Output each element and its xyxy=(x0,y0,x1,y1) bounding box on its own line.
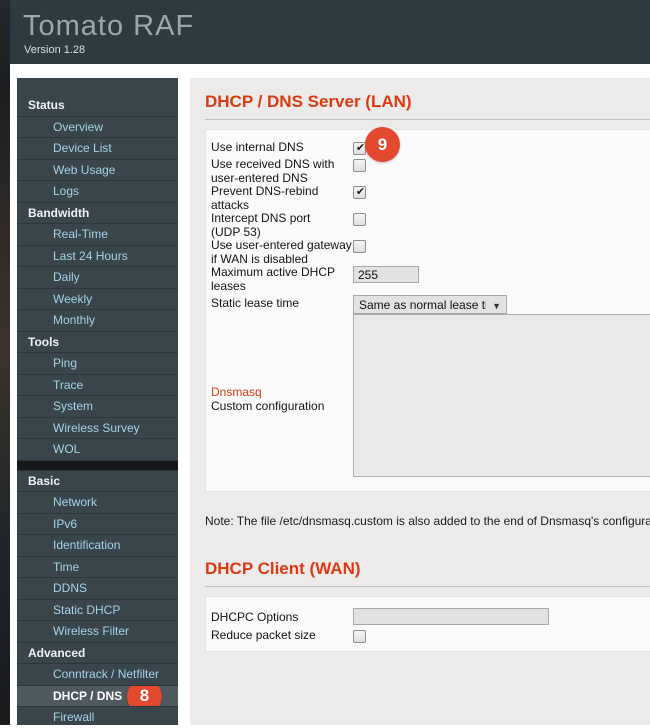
prevent-dns-rebind-checkbox[interactable] xyxy=(353,186,367,199)
sidebar-item-ddns[interactable]: DDNS xyxy=(17,577,178,599)
sidebar-section-status[interactable]: Status xyxy=(17,95,178,116)
form-row: Maximum active DHCP leases xyxy=(211,265,650,293)
reduce-packet-size-checkbox[interactable] xyxy=(353,630,366,643)
sidebar-section-bandwidth[interactable]: Bandwidth xyxy=(17,201,178,224)
form-row: Use received DNS with user-entered DNS xyxy=(211,157,650,185)
sidebar-divider xyxy=(17,459,178,470)
sidebar-item-wol[interactable]: WOL xyxy=(17,438,178,460)
sidebar-item-last-24-hours[interactable]: Last 24 Hours xyxy=(17,244,178,267)
app-title: Tomato RAF xyxy=(23,10,195,42)
form-row: Intercept DNS port (UDP 53) xyxy=(211,211,650,239)
field-label: Reduce packet size xyxy=(211,628,316,642)
sidebar-section-advanced[interactable]: Advanced xyxy=(17,641,178,664)
sidebar-item-system[interactable]: System xyxy=(17,395,178,417)
form-row: DHCPC Options xyxy=(211,608,650,625)
page-title-lan: DHCP / DNS Server (LAN) xyxy=(205,92,412,111)
note-text: Note: The file /etc/dnsmasq.custom is al… xyxy=(205,514,650,528)
form-row: Static lease time Same as normal lease t… xyxy=(211,293,650,314)
field-label: Use received DNS with xyxy=(211,157,335,171)
app-version: Version 1.28 xyxy=(24,44,86,56)
field-label: Maximum active DHCP xyxy=(211,265,336,279)
form-row: Prevent DNS-rebind attacks xyxy=(211,184,650,212)
field-label: leases xyxy=(211,278,246,293)
field-label: user-entered DNS xyxy=(211,170,308,185)
sidebar-item-overview[interactable]: Overview xyxy=(17,115,178,138)
max-dhcp-leases-input[interactable] xyxy=(353,266,419,283)
sidebar-item-static-dhcp[interactable]: Static DHCP xyxy=(17,598,178,621)
form-row: Dnsmasq Custom configuration xyxy=(211,314,650,477)
app-header: Tomato RAF Version 1.28 xyxy=(10,0,650,64)
step-badge-9: 9 xyxy=(365,127,400,162)
field-label: Custom configuration xyxy=(211,398,325,413)
sidebar-item-dhcp-dns[interactable]: DHCP / DNS 8 xyxy=(17,684,178,706)
step-badge-8: 8 xyxy=(127,685,162,706)
sidebar-item-web-usage[interactable]: Web Usage xyxy=(17,158,178,181)
form-row: Use internal DNS xyxy=(211,140,650,158)
dhcpc-options-input[interactable] xyxy=(353,608,549,625)
field-label: attacks xyxy=(211,197,250,212)
user-entered-gateway-checkbox[interactable] xyxy=(353,240,366,253)
sidebar-item-trace[interactable]: Trace xyxy=(17,373,178,396)
field-label: Static lease time xyxy=(211,296,300,310)
sidebar-item-weekly[interactable]: Weekly xyxy=(17,287,178,310)
sidebar-section-basic[interactable]: Basic xyxy=(17,469,178,492)
sidebar-section-tools[interactable]: Tools xyxy=(17,330,178,353)
wan-settings-box: DHCPC Options Reduce packet size xyxy=(205,596,650,652)
main-content: 9 DHCP / DNS Server (LAN) Use internal D… xyxy=(190,78,650,725)
field-label: (UDP 53) xyxy=(211,224,261,239)
sidebar-nav: Status Overview Device List Web Usage Lo… xyxy=(17,78,178,725)
sidebar-item-daily[interactable]: Daily xyxy=(17,266,178,288)
sidebar-item-ping[interactable]: Ping xyxy=(17,352,178,374)
sidebar-item-ipv6[interactable]: IPv6 xyxy=(17,512,178,535)
sidebar-item-identification[interactable]: Identification xyxy=(17,534,178,556)
sidebar-item-firewall[interactable]: Firewall xyxy=(17,706,178,728)
field-label: if WAN is disabled xyxy=(211,251,308,266)
lan-settings-box: Use internal DNS Use received DNS with u… xyxy=(205,129,650,492)
sidebar-item-label: DHCP / DNS xyxy=(53,688,123,703)
dnsmasq-custom-config-textarea[interactable] xyxy=(353,314,650,477)
sidebar-item-real-time[interactable]: Real-Time xyxy=(17,223,178,245)
sidebar-item-wireless-filter[interactable]: Wireless Filter xyxy=(17,620,178,642)
sidebar-item-device-list[interactable]: Device List xyxy=(17,137,178,159)
field-label: Intercept DNS port xyxy=(211,211,311,225)
field-label: Prevent DNS-rebind xyxy=(211,184,319,198)
section-divider xyxy=(205,119,650,120)
field-label: DHCPC Options xyxy=(211,610,299,624)
sidebar-item-conntrack-netfilter[interactable]: Conntrack / Netfilter xyxy=(17,663,178,685)
form-row: Use user-entered gateway if WAN is disab… xyxy=(211,238,650,266)
sidebar-item-network[interactable]: Network xyxy=(17,491,178,513)
sidebar-item-monthly[interactable]: Monthly xyxy=(17,309,178,331)
use-received-dns-checkbox[interactable] xyxy=(353,159,366,172)
field-label-dnsmasq: Dnsmasq xyxy=(211,385,262,399)
section-divider xyxy=(205,586,650,587)
sidebar-item-time[interactable]: Time xyxy=(17,555,178,578)
sidebar-item-wireless-survey[interactable]: Wireless Survey xyxy=(17,416,178,439)
field-label: Use internal DNS xyxy=(211,140,304,154)
page-title-wan: DHCP Client (WAN) xyxy=(205,559,361,578)
select-wrapper: Same as normal lease time xyxy=(353,295,507,314)
intercept-dns-port-checkbox[interactable] xyxy=(353,213,366,226)
sidebar-item-logs[interactable]: Logs xyxy=(17,180,178,202)
form-row: Reduce packet size xyxy=(211,628,650,646)
background-texture-strip xyxy=(0,0,10,725)
static-lease-time-select[interactable]: Same as normal lease time xyxy=(353,295,507,314)
field-label: Use user-entered gateway xyxy=(211,238,352,252)
